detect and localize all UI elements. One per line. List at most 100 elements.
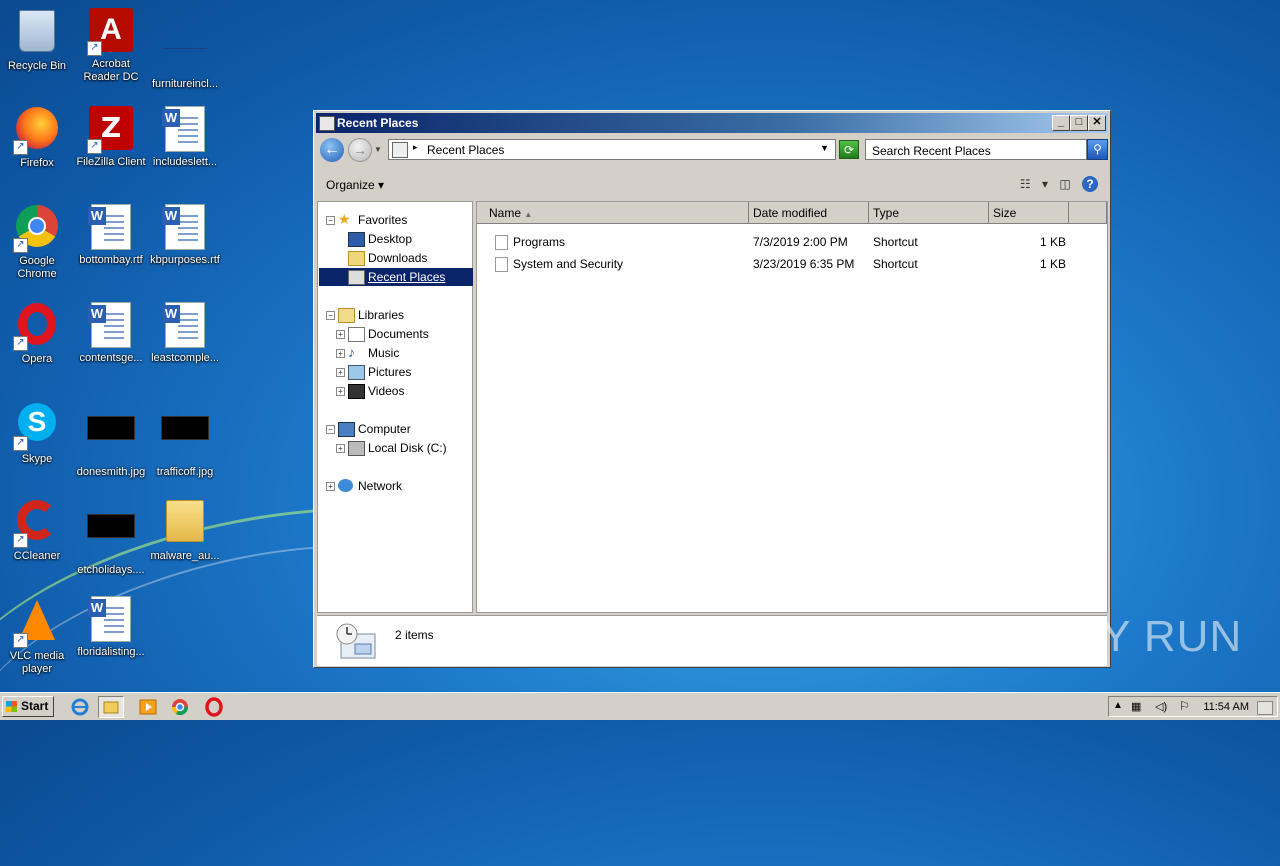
shortcut-arrow-icon: ↗ [87, 41, 102, 56]
refresh-button[interactable]: ⟳ [839, 140, 859, 159]
recent-places-icon [392, 142, 408, 158]
word-document-icon: W [162, 204, 205, 250]
shortcut-arrow-icon: ↗ [13, 336, 28, 351]
recent-places-icon [319, 116, 335, 131]
desktop-icon-etcholidays[interactable]: etcholidays.... [74, 496, 148, 577]
desktop-icon-vlc[interactable]: ↗ VLC media player [0, 594, 74, 676]
folder-icon [103, 701, 119, 714]
address-text[interactable]: Recent Places [427, 143, 504, 157]
chrome-icon[interactable] [170, 697, 190, 717]
image-thumbnail-icon [87, 514, 135, 538]
desktop-icon-trafficoff[interactable]: trafficoff.jpg [148, 398, 222, 479]
star-icon: ★ [338, 211, 351, 227]
word-document-icon: W [162, 302, 205, 348]
file-row[interactable]: System and Security 3/23/2019 6:35 PM Sh… [477, 254, 1107, 274]
sort-ascending-icon: ▲ [524, 210, 533, 219]
pictures-icon [348, 365, 365, 380]
title-bar[interactable]: Recent Places _ □ ✕ [316, 113, 1108, 133]
shortcut-file-icon [495, 235, 508, 250]
music-icon: ♪ [348, 344, 355, 360]
column-header-name[interactable]: Name ▲ [477, 202, 749, 224]
forward-button[interactable]: → [348, 138, 372, 162]
desktop-icon-contentsge[interactable]: W contentsge... [74, 300, 148, 365]
explorer-taskbar-button[interactable] [98, 696, 124, 718]
column-header-size[interactable]: Size [989, 202, 1069, 224]
address-dropdown-icon[interactable]: ▼ [820, 143, 829, 153]
clock[interactable]: 11:54 AM [1203, 701, 1249, 713]
recent-pages-dropdown[interactable]: ▼ [374, 145, 382, 154]
column-header-filler [1069, 202, 1107, 224]
downloads-folder-icon [348, 251, 365, 266]
shortcut-arrow-icon: ↗ [13, 533, 28, 548]
item-count: 2 items [395, 628, 434, 642]
desktop-icon-furnitureincl[interactable]: furnitureincl... [148, 6, 222, 91]
details-pane: 2 items [317, 615, 1107, 666]
column-header-date[interactable]: Date modified [749, 202, 869, 224]
recent-places-large-icon [336, 623, 376, 659]
shortcut-arrow-icon: ↗ [13, 140, 28, 155]
shortcut-arrow-icon: ↗ [13, 633, 28, 648]
desktop-icon-acrobat[interactable]: A ↗ Acrobat Reader DC [74, 6, 148, 84]
organize-label: Organize [326, 178, 375, 192]
network-tray-icon[interactable]: ▦ [1131, 700, 1141, 713]
shortcut-arrow-icon: ↗ [13, 436, 28, 451]
column-header-type[interactable]: Type [869, 202, 989, 224]
opera-icon[interactable] [204, 697, 224, 717]
view-options-icon[interactable]: ☷ [1020, 177, 1031, 191]
image-thumbnail-icon [87, 416, 135, 440]
desktop-icon-malware-au[interactable]: malware_au... [148, 496, 222, 563]
desktop-icon-firefox[interactable]: ↗ Firefox [0, 104, 74, 170]
back-button[interactable]: ← [320, 138, 344, 162]
action-center-flag-icon[interactable]: ⚐ [1179, 699, 1190, 713]
help-icon[interactable]: ? [1082, 176, 1098, 192]
anyrun-watermark: ANY RUN [1038, 612, 1243, 661]
desktop-icon-opera[interactable]: ↗ Opera [0, 300, 74, 366]
image-thumbnail-icon [161, 416, 209, 440]
desktop-icon-ccleaner[interactable]: ↗ CCleaner [0, 496, 74, 563]
computer-icon [338, 422, 355, 437]
tree-recent-places[interactable]: Recent Places [319, 268, 473, 286]
preview-pane-icon[interactable]: ◫ [1059, 177, 1070, 191]
file-icon [163, 28, 207, 49]
desktop-icon-leastcomple[interactable]: W leastcomple... [148, 300, 222, 365]
address-row: ← → ▼ ▸ Recent Places ▼ ⟳ Search Recent … [316, 135, 1108, 165]
word-document-icon: W [88, 596, 131, 642]
view-dropdown-icon[interactable]: ▾ [1042, 177, 1048, 191]
word-document-icon: W [88, 204, 131, 250]
word-document-icon: W [162, 106, 205, 152]
breadcrumb-arrow-icon[interactable]: ▸ [413, 142, 418, 153]
recycle-bin-icon [19, 10, 55, 52]
internet-explorer-icon[interactable] [70, 697, 90, 717]
show-hidden-icons-icon[interactable]: ▲ [1113, 700, 1123, 711]
search-input[interactable]: Search Recent Places [865, 139, 1087, 160]
start-button[interactable]: Start [2, 696, 54, 717]
address-bar[interactable]: ▸ Recent Places ▼ [388, 139, 836, 160]
maximize-button[interactable]: □ [1070, 115, 1088, 131]
file-row[interactable]: Programs 7/3/2019 2:00 PM Shortcut 1 KB [477, 232, 1107, 252]
desktop-icon-includeslett[interactable]: W includeslett... [148, 104, 222, 169]
desktop-icon-chrome[interactable]: ↗ Google Chrome [0, 202, 74, 281]
desktop-icon [348, 232, 365, 247]
desktop-icon-floridalisting[interactable]: W floridalisting... [74, 594, 148, 659]
desktop-icon-recycle-bin[interactable]: Recycle Bin [0, 6, 74, 73]
explorer-window[interactable]: Recent Places _ □ ✕ ← → ▼ ▸ Recent Place… [313, 110, 1111, 668]
desktop-icon-donesmith[interactable]: donesmith.jpg [74, 398, 148, 479]
organize-button[interactable]: Organize ▾ [326, 178, 384, 192]
desktop-icon-bottombay[interactable]: W bottombay.rtf [74, 202, 148, 267]
minimize-button[interactable]: _ [1052, 115, 1070, 131]
desktop-icon-filezilla[interactable]: Z ↗ FileZilla Client [74, 104, 148, 169]
window-title: Recent Places [337, 116, 419, 130]
hard-drive-icon [348, 441, 365, 456]
documents-icon [348, 327, 365, 342]
desktop-icon-skype[interactable]: S ↗ Skype [0, 398, 74, 466]
shortcut-file-icon [495, 257, 508, 272]
volume-icon[interactable]: ◁) [1155, 700, 1167, 713]
shortcut-arrow-icon: ↗ [13, 238, 28, 253]
desktop-icon-kbpurposes[interactable]: W kbpurposes.rtf [148, 202, 222, 267]
system-tray: ▲ ▦ ◁) ⚐ 11:54 AM [1108, 696, 1278, 717]
close-button[interactable]: ✕ [1088, 115, 1106, 131]
search-icon[interactable]: ⚲ [1087, 139, 1108, 160]
media-player-icon[interactable] [138, 697, 158, 717]
file-list: Name ▲ Date modified Type Size Programs … [476, 201, 1108, 613]
show-desktop-icon[interactable] [1257, 701, 1273, 715]
